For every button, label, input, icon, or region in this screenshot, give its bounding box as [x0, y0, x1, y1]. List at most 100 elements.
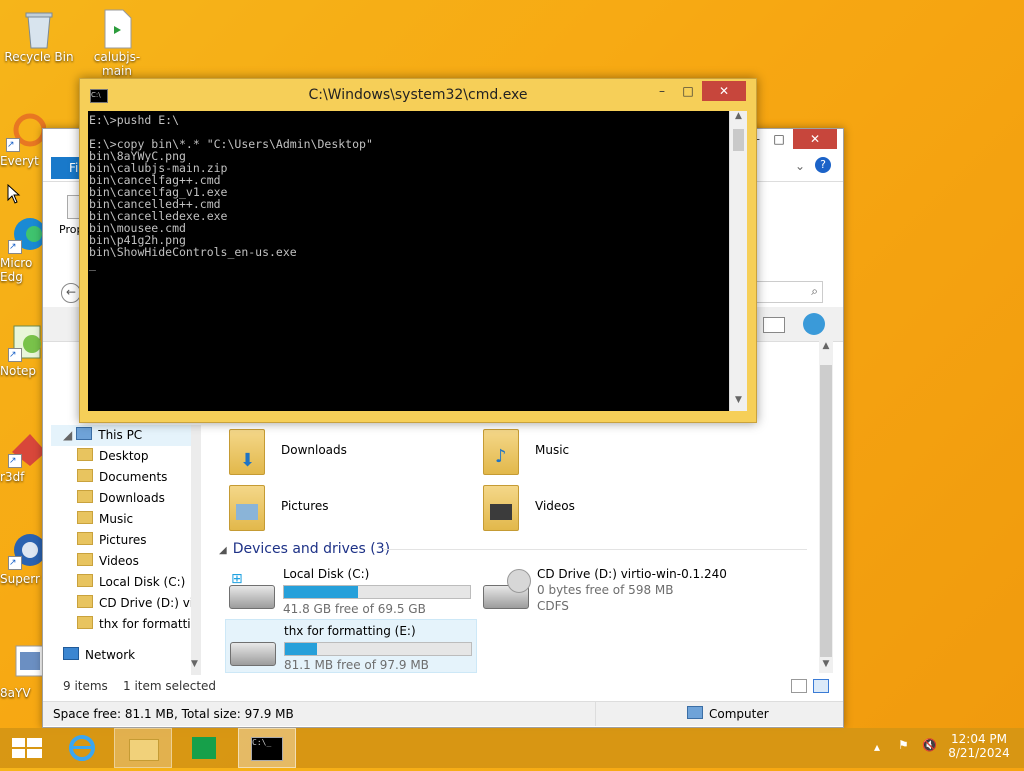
nav-pane-scrollbar[interactable] — [191, 425, 201, 675]
desktop-icon-edge[interactable]: ↗ Micro Edg — [0, 214, 48, 284]
folder-icon — [77, 448, 93, 461]
scroll-thumb[interactable] — [733, 129, 744, 151]
cmd-scrollbar[interactable]: ▲ ▼ — [729, 111, 747, 411]
mouse-cursor-icon — [7, 183, 21, 207]
desktop-icon-label: Notep — [0, 364, 37, 378]
nav-item[interactable]: CD Drive (D:) virt — [51, 593, 199, 614]
drive-usage-bar — [283, 585, 471, 599]
scroll-thumb[interactable] — [820, 365, 832, 657]
search-input[interactable]: ⌕ — [755, 281, 823, 303]
folder-icon — [77, 490, 93, 503]
section-divider — [383, 549, 807, 550]
ribbon-expand-icon[interactable]: ⌄ — [795, 159, 805, 173]
drive-name: CD Drive (D:) virtio-win-0.1.240 — [537, 567, 727, 581]
nav-item[interactable]: Music — [51, 509, 199, 530]
desktop-icon-label: Superr — [0, 572, 40, 586]
taskbar-ie-button[interactable] — [56, 728, 112, 768]
folder-item-downloads[interactable]: ⬇ Downloads — [229, 429, 469, 475]
nav-item[interactable]: Desktop — [51, 446, 199, 467]
nav-network[interactable]: Network — [51, 645, 199, 666]
zip-file-icon — [97, 8, 137, 49]
large-icons-view-icon[interactable] — [813, 679, 829, 693]
nav-scroll-down-icon[interactable]: ▼ — [191, 659, 198, 669]
nav-item[interactable]: Pictures — [51, 530, 199, 551]
nav-item[interactable]: Downloads — [51, 488, 199, 509]
network-tray-icon[interactable]: ⚑ — [898, 738, 909, 752]
nav-this-pc[interactable]: ◢ This PC — [51, 425, 199, 446]
volume-muted-icon[interactable]: 🔇 — [922, 738, 937, 752]
nav-item[interactable]: Documents — [51, 467, 199, 488]
nav-label: CD Drive (D:) virt — [99, 596, 199, 610]
clock-time: 12:04 PM — [951, 732, 1007, 746]
folder-item-videos[interactable]: Videos — [483, 485, 723, 531]
nav-item[interactable]: Local Disk (C:) — [51, 572, 199, 593]
nav-item[interactable]: Videos — [51, 551, 199, 572]
scroll-down-icon[interactable]: ▼ — [730, 395, 747, 405]
explorer-close-button[interactable]: ✕ — [793, 129, 837, 149]
help-icon[interactable]: ? — [815, 157, 831, 173]
folder-icon — [77, 574, 93, 587]
shortcut-arrow-icon: ↗ — [8, 348, 22, 362]
internet-explorer-icon — [69, 735, 95, 761]
scroll-up-icon[interactable]: ▲ — [819, 341, 833, 351]
devices-section-header[interactable]: ◢ Devices and drives (3) — [219, 541, 390, 557]
nav-label: Music — [99, 512, 134, 526]
cmd-minimize-button[interactable]: – — [648, 81, 676, 101]
nav-label: Network — [85, 648, 136, 662]
taskbar: C:\_ ▴ ⚑ 🔇 12:04 PM 8/21/2024 — [0, 728, 1024, 768]
desktop-icon-notepad[interactable]: ↗ Notep — [0, 322, 48, 378]
pictures-folder-icon — [229, 485, 265, 531]
cmd-icon: C:\_ — [251, 737, 283, 761]
shortcut-arrow-icon: ↗ — [6, 138, 20, 152]
recycle-bin-icon — [19, 8, 59, 49]
user-avatar-icon[interactable] — [803, 313, 825, 335]
desktop-icon-super[interactable]: ↗ Superr — [0, 530, 48, 586]
content-scrollbar[interactable]: ▲ ▼ — [819, 341, 833, 673]
removable-drive-icon — [230, 642, 276, 666]
desktop-icon-recycle-bin[interactable]: Recycle Bin — [2, 8, 76, 64]
show-hidden-icons-button[interactable]: ▴ — [874, 740, 880, 754]
explorer-maximize-button[interactable]: □ — [765, 129, 793, 149]
start-button[interactable] — [0, 728, 56, 768]
drive-item-c[interactable]: ⊞ Local Disk (C:) 41.8 GB free of 69.5 G… — [227, 567, 477, 617]
desktop-icon-label: 8aYV — [0, 686, 31, 700]
drive-item-d[interactable]: CD Drive (D:) virtio-win-0.1.240 0 bytes… — [483, 567, 743, 617]
desktop-icon-calubjs-main[interactable]: calubjs-main — [80, 8, 154, 78]
desktop-icon-r3df[interactable]: ↗ r3df — [0, 428, 48, 484]
preview-pane-icon[interactable] — [763, 317, 785, 333]
cmd-console-output[interactable]: E:\>pushd E:\ E:\>copy bin\*.* "C:\Users\… — [88, 111, 729, 411]
nav-label: Documents — [99, 470, 168, 484]
taskbar-cmd-button[interactable]: C:\_ — [238, 728, 296, 768]
back-button[interactable]: ← — [61, 283, 81, 303]
nav-label: Desktop — [99, 449, 149, 463]
computer-icon — [76, 427, 93, 440]
scroll-down-icon[interactable]: ▼ — [819, 659, 833, 669]
folder-icon — [77, 553, 93, 566]
details-view-icon[interactable] — [791, 679, 807, 693]
scroll-up-icon[interactable]: ▲ — [730, 111, 747, 121]
nav-item-list: Desktop Documents Downloads Music Pictures Vi… — [51, 446, 199, 635]
clock[interactable]: 12:04 PM 8/21/2024 — [946, 732, 1012, 760]
search-icon: ⌕ — [811, 284, 818, 298]
cmd-window[interactable]: C:\ C:\Windows\system32\cmd.exe – □ ✕ E:… — [79, 78, 757, 423]
taskbar-store-button[interactable] — [176, 728, 232, 768]
folder-item-music[interactable]: ♪ Music — [483, 429, 723, 475]
desktop-icon-8ayv[interactable]: 8aYV — [0, 644, 48, 700]
drive-free-space: 81.1 MB free of 97.9 MB — [284, 658, 429, 672]
navigation-pane[interactable]: ◢ This PC Desktop Documents Downloads Music P… — [51, 425, 199, 666]
nav-item[interactable]: thx for formatting — [51, 614, 199, 635]
cmd-maximize-button[interactable]: □ — [674, 81, 702, 101]
drive-name: thx for formatting (E:) — [284, 624, 416, 638]
cmd-close-button[interactable]: ✕ — [702, 81, 746, 101]
desktop-icon-label: Recycle Bin — [4, 50, 74, 64]
desktop-icon-label: Micro Edg — [0, 256, 33, 284]
folder-item-pictures[interactable]: Pictures — [229, 485, 469, 531]
hard-drive-icon — [229, 585, 275, 609]
shortcut-arrow-icon: ↗ — [8, 556, 22, 570]
desktop-icon-label: calubjs-main — [93, 50, 141, 78]
drive-item-e[interactable]: thx for formatting (E:) 81.1 MB free of … — [225, 619, 477, 673]
shortcut-arrow-icon: ↗ — [8, 240, 22, 254]
nav-label: Downloads — [99, 491, 165, 505]
status-selection: 1 item selected — [123, 679, 217, 693]
taskbar-explorer-button[interactable] — [114, 728, 172, 768]
